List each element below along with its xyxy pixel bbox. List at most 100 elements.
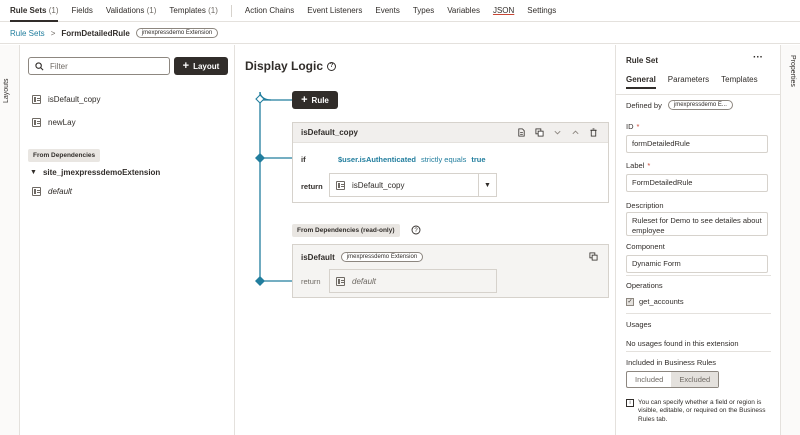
return-layout-value: isDefault_copy	[352, 180, 405, 190]
list-item[interactable]: newLay	[32, 118, 76, 127]
breadcrumb-root-link[interactable]: Rule Sets	[10, 29, 45, 38]
component-field[interactable]: Dynamic Form	[626, 255, 768, 274]
tab-variables[interactable]: Variables	[447, 0, 480, 22]
tab-json[interactable]: JSON	[493, 0, 514, 22]
breadcrumb-current: FormDetailedRule	[61, 28, 130, 38]
filter-input[interactable]	[50, 61, 160, 71]
flow-lines	[255, 91, 292, 286]
help-icon[interactable]: ?	[327, 61, 337, 71]
list-item-label: isDefault_copy	[48, 95, 101, 104]
checkbox-checked-icon[interactable]: ✓	[626, 297, 634, 306]
return-keyword: return	[301, 182, 323, 191]
plus-icon: +	[301, 94, 308, 106]
tab-count: (1)	[48, 5, 59, 15]
excluded-option[interactable]: Excluded	[671, 372, 719, 387]
properties-rail-label[interactable]: Properties	[789, 55, 796, 87]
panel-title: Rule Set	[626, 56, 659, 65]
usages-value: No usages found in this extension	[626, 339, 739, 348]
tab-rule-sets[interactable]: Rule Sets (1)	[10, 0, 59, 22]
condition-expression[interactable]: $user.isAuthenticated strictly equals tr…	[338, 155, 486, 164]
included-option[interactable]: Included	[627, 372, 671, 387]
properties-rail[interactable]: Properties	[780, 45, 800, 435]
defined-by-label: Defined by	[626, 100, 662, 110]
label-label: Label *	[626, 161, 650, 170]
defined-by-badge: jmexpressdemo E...	[667, 100, 733, 110]
tab-label: Variables	[447, 5, 480, 15]
tab-event-listeners[interactable]: Event Listeners	[307, 0, 362, 22]
add-layout-label: Layout	[193, 61, 220, 71]
properties-panel: Rule Set ··· General Parameters Template…	[615, 45, 781, 435]
condition-node-icon	[255, 153, 265, 163]
tab-templates[interactable]: Templates (1)	[169, 0, 217, 22]
return-keyword: return	[301, 277, 321, 286]
condition-variable[interactable]: $user.isAuthenticated	[338, 155, 416, 164]
id-label-text: ID	[626, 122, 634, 131]
add-rule-button[interactable]: + Rule	[292, 91, 338, 109]
description-field[interactable]: Ruleset for Demo to see detailes about e…	[626, 212, 768, 236]
dependency-folder[interactable]: ▼ site_jmexpressdemoExtension	[30, 168, 160, 177]
tab-types[interactable]: Types	[413, 0, 434, 22]
condition-value[interactable]: true	[471, 155, 485, 164]
copy-icon[interactable]	[535, 128, 544, 137]
caret-down-icon[interactable]: ▼	[478, 174, 496, 196]
tab-label: Event Listeners	[307, 5, 363, 15]
add-rule-label: Rule	[311, 95, 329, 105]
properties-tabs: General Parameters Templates	[626, 75, 770, 89]
tab-action-chains[interactable]: Action Chains	[245, 0, 294, 22]
if-keyword: if	[301, 155, 306, 164]
list-item[interactable]: default	[32, 187, 72, 196]
delete-icon[interactable]	[589, 128, 598, 137]
operation-checkbox-row[interactable]: ✓ get_accounts	[626, 297, 684, 306]
display-logic-canvas: Display Logic ? + Rule isDefault_copy if…	[235, 45, 615, 435]
readonly-layout-value: default	[352, 276, 377, 286]
tab-count: (1)	[208, 5, 218, 15]
more-options-icon[interactable]: ···	[753, 52, 763, 63]
condition-operator[interactable]: strictly equals	[421, 155, 466, 164]
tab-label: Validations	[105, 5, 145, 15]
tab-events[interactable]: Events	[375, 0, 399, 22]
tab-fields[interactable]: Fields	[71, 0, 92, 22]
document-icon[interactable]	[517, 128, 526, 137]
chevron-up-icon[interactable]	[571, 128, 580, 137]
dependency-folder-label: site_jmexpressdemoExtension	[42, 168, 161, 177]
tab-label: Settings	[527, 5, 557, 15]
help-icon[interactable]: ?	[411, 225, 421, 235]
business-rules-toggle[interactable]: Included Excluded	[626, 371, 720, 388]
divider	[626, 351, 771, 352]
divider	[626, 275, 771, 276]
tab-templates[interactable]: Templates	[721, 75, 757, 89]
layouts-rail[interactable]: Layouts	[0, 45, 20, 435]
plus-icon: +	[182, 60, 190, 72]
readonly-layout-field: default	[329, 269, 497, 293]
layout-icon	[336, 276, 345, 286]
add-layout-button[interactable]: + Layout	[174, 57, 228, 75]
filter-field[interactable]	[28, 57, 170, 75]
id-field[interactable]: formDetailedRule	[626, 135, 768, 154]
rule-card[interactable]: isDefault_copy if $user.isAuthenticated …	[292, 122, 609, 203]
layouts-panel: + Layout isDefault_copy newLay From Depe…	[20, 45, 235, 435]
layouts-rail-label[interactable]: Layouts	[3, 78, 10, 103]
tab-validations[interactable]: Validations (1)	[106, 0, 157, 22]
list-item[interactable]: isDefault_copy	[32, 95, 100, 104]
copy-icon[interactable]	[589, 252, 598, 261]
layout-icon	[32, 95, 41, 104]
return-layout-select[interactable]: isDefault_copy ▼	[329, 173, 497, 197]
chevron-right-icon: >	[50, 28, 56, 38]
list-item-label: newLay	[48, 118, 76, 127]
breadcrumb: Rule Sets > FormDetailedRule jmexpressde…	[0, 23, 800, 44]
layout-icon	[32, 118, 41, 127]
tab-general[interactable]: General	[626, 75, 656, 89]
id-label: ID *	[626, 122, 639, 131]
tab-settings[interactable]: Settings	[527, 0, 556, 22]
business-rules-note: i You can specify whether a field or reg…	[626, 399, 776, 424]
dependencies-header: From Dependencies	[28, 149, 101, 162]
tab-label: Events	[375, 5, 400, 15]
layout-icon	[32, 187, 41, 196]
tab-parameters[interactable]: Parameters	[668, 75, 709, 89]
rule-card-title: isDefault_copy	[301, 128, 358, 137]
label-field[interactable]: FormDetailedRule	[626, 174, 768, 193]
readonly-header-text: From Dependencies (read-only)	[297, 227, 395, 234]
chevron-down-icon[interactable]	[553, 128, 562, 137]
select-value: isDefault_copy	[336, 180, 405, 190]
condition-node-icon	[255, 276, 265, 286]
